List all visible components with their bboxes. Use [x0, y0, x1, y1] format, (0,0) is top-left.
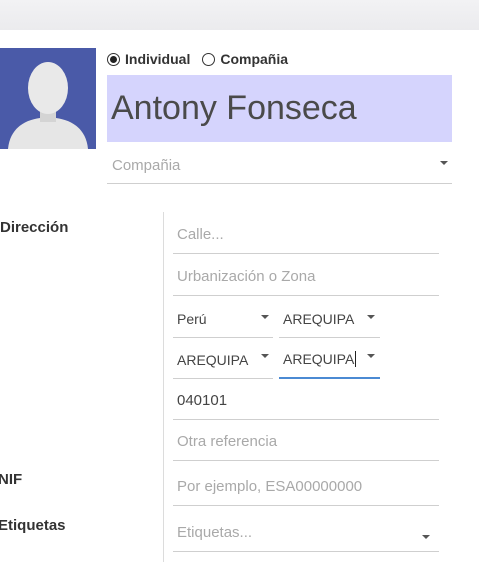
- dropdown-caret-icon[interactable]: [367, 315, 375, 319]
- province-value: AREQUIPA: [177, 352, 249, 368]
- tags-placeholder: Etiquetas...: [177, 524, 253, 541]
- address-label: Dirección: [0, 219, 69, 236]
- zone-placeholder: Urbanización o Zona: [177, 268, 316, 285]
- top-bar: [0, 0, 479, 30]
- company-placeholder: Compañia: [112, 157, 181, 174]
- radio-individual-circle[interactable]: [107, 52, 120, 66]
- district-select[interactable]: AREQUIPA: [279, 339, 380, 379]
- tags-label: Etiquetas: [0, 517, 66, 534]
- avatar[interactable]: [0, 48, 96, 149]
- dropdown-caret-icon[interactable]: [261, 354, 269, 358]
- vertical-divider: [163, 212, 164, 562]
- radio-individual-label[interactable]: Individual: [125, 51, 190, 67]
- avatar-placeholder-icon: [0, 48, 96, 149]
- province-select[interactable]: AREQUIPA: [173, 339, 273, 379]
- nif-label: NIF: [0, 471, 23, 488]
- text-cursor: [355, 351, 357, 367]
- nif-placeholder: Por ejemplo, ESA00000000: [177, 478, 363, 495]
- dropdown-caret-icon[interactable]: [440, 161, 448, 165]
- reference-placeholder: Otra referencia: [177, 433, 278, 450]
- name-value: Antony Fonseca: [111, 89, 357, 127]
- name-input[interactable]: Antony Fonseca: [107, 75, 452, 142]
- country-select[interactable]: Perú: [173, 298, 273, 338]
- dropdown-caret-icon[interactable]: [367, 354, 375, 358]
- radio-company-label[interactable]: Compañia: [220, 51, 288, 67]
- zip-value: 040101: [177, 392, 228, 409]
- state-value: AREQUIPA: [283, 311, 355, 327]
- district-value-text: AREQUIPA: [283, 351, 355, 367]
- country-value: Perú: [177, 311, 207, 327]
- zone-input[interactable]: Urbanización o Zona: [173, 256, 439, 296]
- street-input[interactable]: Calle...: [173, 214, 439, 254]
- district-value: AREQUIPA: [283, 351, 357, 367]
- reference-input[interactable]: Otra referencia: [173, 421, 439, 461]
- zip-input[interactable]: 040101: [173, 380, 439, 420]
- radio-company[interactable]: Compañia: [202, 51, 288, 67]
- dropdown-caret-icon[interactable]: [422, 535, 430, 539]
- company-select[interactable]: Compañia: [107, 150, 452, 184]
- tags-input[interactable]: Etiquetas...: [173, 512, 439, 552]
- nif-input[interactable]: Por ejemplo, ESA00000000: [173, 466, 439, 506]
- state-select[interactable]: AREQUIPA: [279, 298, 380, 338]
- dropdown-caret-icon[interactable]: [261, 315, 269, 319]
- partner-type-radio-group: Individual Compañia: [107, 50, 300, 68]
- radio-company-circle[interactable]: [202, 52, 216, 66]
- radio-individual[interactable]: Individual: [107, 51, 190, 67]
- street-placeholder: Calle...: [177, 226, 224, 243]
- radio-selected-dot: [110, 55, 117, 63]
